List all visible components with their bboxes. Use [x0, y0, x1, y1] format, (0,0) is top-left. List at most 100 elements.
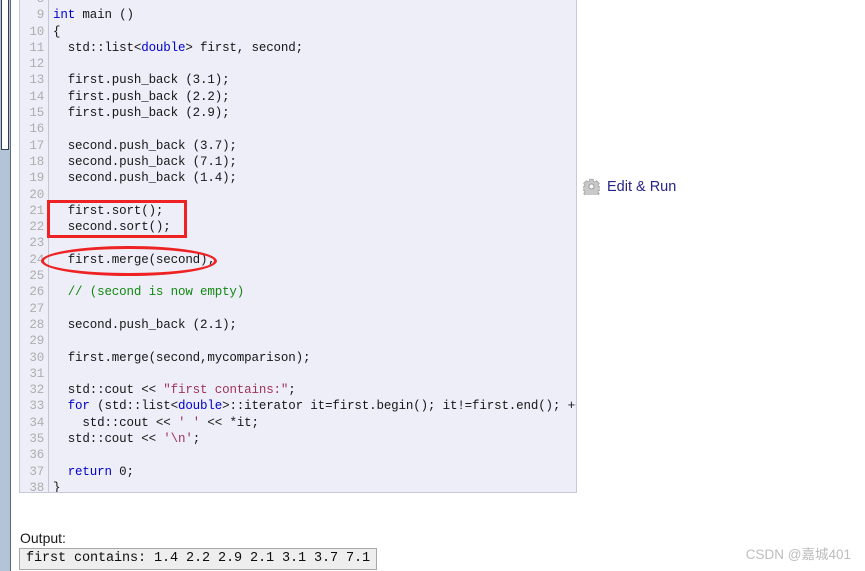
code-token: (std::list< [89, 399, 178, 414]
code-text: // (second is now empty) [53, 284, 245, 300]
code-text: { [53, 24, 61, 40]
line-number: 15 [29, 106, 44, 121]
code-line: 16 [20, 121, 576, 137]
line-number: 12 [29, 57, 44, 72]
code-token: '\n' [163, 432, 193, 447]
line-number: 30 [29, 350, 44, 365]
line-number: 18 [29, 154, 44, 169]
code-text: first.merge(second); [53, 252, 215, 268]
code-token: ' ' [177, 415, 201, 430]
code-line: 22 second.sort(); [20, 219, 576, 235]
line-number: 28 [29, 317, 44, 332]
line-number: 11 [29, 40, 44, 55]
line-number: 14 [29, 89, 44, 104]
line-number: 23 [29, 236, 44, 251]
line-number: 35 [29, 432, 44, 447]
code-line: 28 second.push_back (2.1); [20, 317, 576, 333]
line-number: 24 [29, 252, 44, 267]
code-line: 21 first.sort(); [20, 203, 576, 219]
code-token: 0; [111, 464, 134, 479]
code-text: std::cout << "first contains:"; [53, 382, 296, 398]
line-number: 16 [29, 122, 44, 137]
code-line: 12 [20, 56, 576, 72]
code-text: second.push_back (1.4); [53, 170, 237, 186]
gear-icon [581, 178, 602, 199]
line-number: 22 [29, 220, 44, 235]
code-token: second.push_back (2.1); [53, 317, 237, 332]
line-number: 8 [20, 0, 45, 7]
code-text: std::cout << '\n'; [53, 431, 201, 447]
code-line: 10 { [20, 24, 576, 40]
code-token: first.merge(second,mycomparison); [53, 350, 311, 365]
watermark: CSDN @嘉城401 [745, 547, 851, 562]
code-line: 30 first.merge(second,mycomparison); [20, 350, 576, 366]
code-token: second.push_back (1.4); [53, 171, 237, 186]
code-text: int main () [53, 7, 134, 23]
code-token: std::cout << [53, 432, 164, 447]
code-text: std::list<double> first, second; [53, 40, 303, 56]
code-token: ; [288, 383, 296, 398]
code-token: first.sort(); [53, 203, 164, 218]
code-line: 33 for (std::list<double>::iterator it=f… [20, 398, 576, 414]
edit-and-run-button[interactable]: Edit & Run [581, 178, 677, 199]
code-text: first.sort(); [53, 203, 164, 219]
code-token: // (second is now empty) [53, 285, 245, 300]
code-token: for [67, 399, 90, 414]
line-number: 20 [29, 187, 44, 202]
line-number: 13 [29, 73, 44, 88]
page-scrollbar-thumb[interactable] [1, 0, 9, 150]
code-text: second.push_back (3.7); [53, 138, 237, 154]
code-token: >::iterator it=first.begin(); it!=first.… [222, 399, 577, 414]
code-line: 35 std::cout << '\n'; [20, 431, 576, 447]
edit-and-run-label: Edit & Run [607, 178, 677, 195]
code-text: first.push_back (3.1); [53, 72, 230, 88]
code-token: main () [75, 8, 134, 23]
code-text: second.push_back (2.1); [53, 317, 237, 333]
line-number: 38 [29, 480, 44, 493]
code-token: std::cout << [53, 415, 178, 430]
code-token: first.merge(second); [53, 252, 215, 267]
code-token: std::list< [53, 40, 142, 55]
code-token: std::cout << [53, 383, 164, 398]
code-line: 11 std::list<double> first, second; [20, 40, 576, 56]
line-number: 17 [29, 138, 44, 153]
line-number: 27 [29, 301, 44, 316]
code-text: second.sort(); [53, 219, 171, 235]
line-number: 21 [29, 203, 44, 218]
code-token: int [53, 8, 76, 23]
code-token: first.push_back (2.2); [53, 89, 230, 104]
code-token: } [53, 480, 61, 493]
page-scrollbar-track[interactable] [0, 0, 11, 571]
line-number: 26 [29, 285, 44, 300]
code-token: return [67, 464, 112, 479]
code-text: return 0; [53, 464, 134, 480]
code-lines-container: 89int main ()10{11 std::list<double> fir… [20, 0, 576, 493]
code-token: second.sort(); [53, 220, 171, 235]
code-token: "first contains:" [163, 383, 289, 398]
code-line: 34 std::cout << ' ' << *it; [20, 415, 576, 431]
line-number: 32 [29, 383, 44, 398]
code-token: ; [192, 432, 201, 447]
code-line: 18 second.push_back (7.1); [20, 154, 576, 170]
code-viewer[interactable]: 89int main ()10{11 std::list<double> fir… [19, 0, 577, 493]
code-line: 8 [20, 0, 576, 7]
line-number: 25 [29, 269, 44, 284]
code-text: first.merge(second,mycomparison); [53, 350, 311, 366]
code-token: << *it; [200, 415, 259, 430]
line-number: 37 [29, 464, 44, 479]
code-token: double [141, 40, 186, 55]
output-heading: Output: [20, 530, 66, 546]
line-number: 10 [29, 24, 44, 39]
code-line: 23 [20, 235, 576, 251]
code-text: second.push_back (7.1); [53, 154, 237, 170]
code-token: > first, second; [185, 40, 303, 55]
code-text: for (std::list<double>::iterator it=firs… [53, 398, 577, 414]
code-text: first.push_back (2.2); [53, 89, 230, 105]
code-line: 31 [20, 366, 576, 382]
code-line: 32 std::cout << "first contains:"; [20, 382, 576, 398]
code-line: 36 [20, 447, 576, 463]
output-console: first contains: 1.4 2.2 2.9 2.1 3.1 3.7 … [19, 548, 378, 570]
code-token: first.push_back (2.9); [53, 106, 230, 121]
